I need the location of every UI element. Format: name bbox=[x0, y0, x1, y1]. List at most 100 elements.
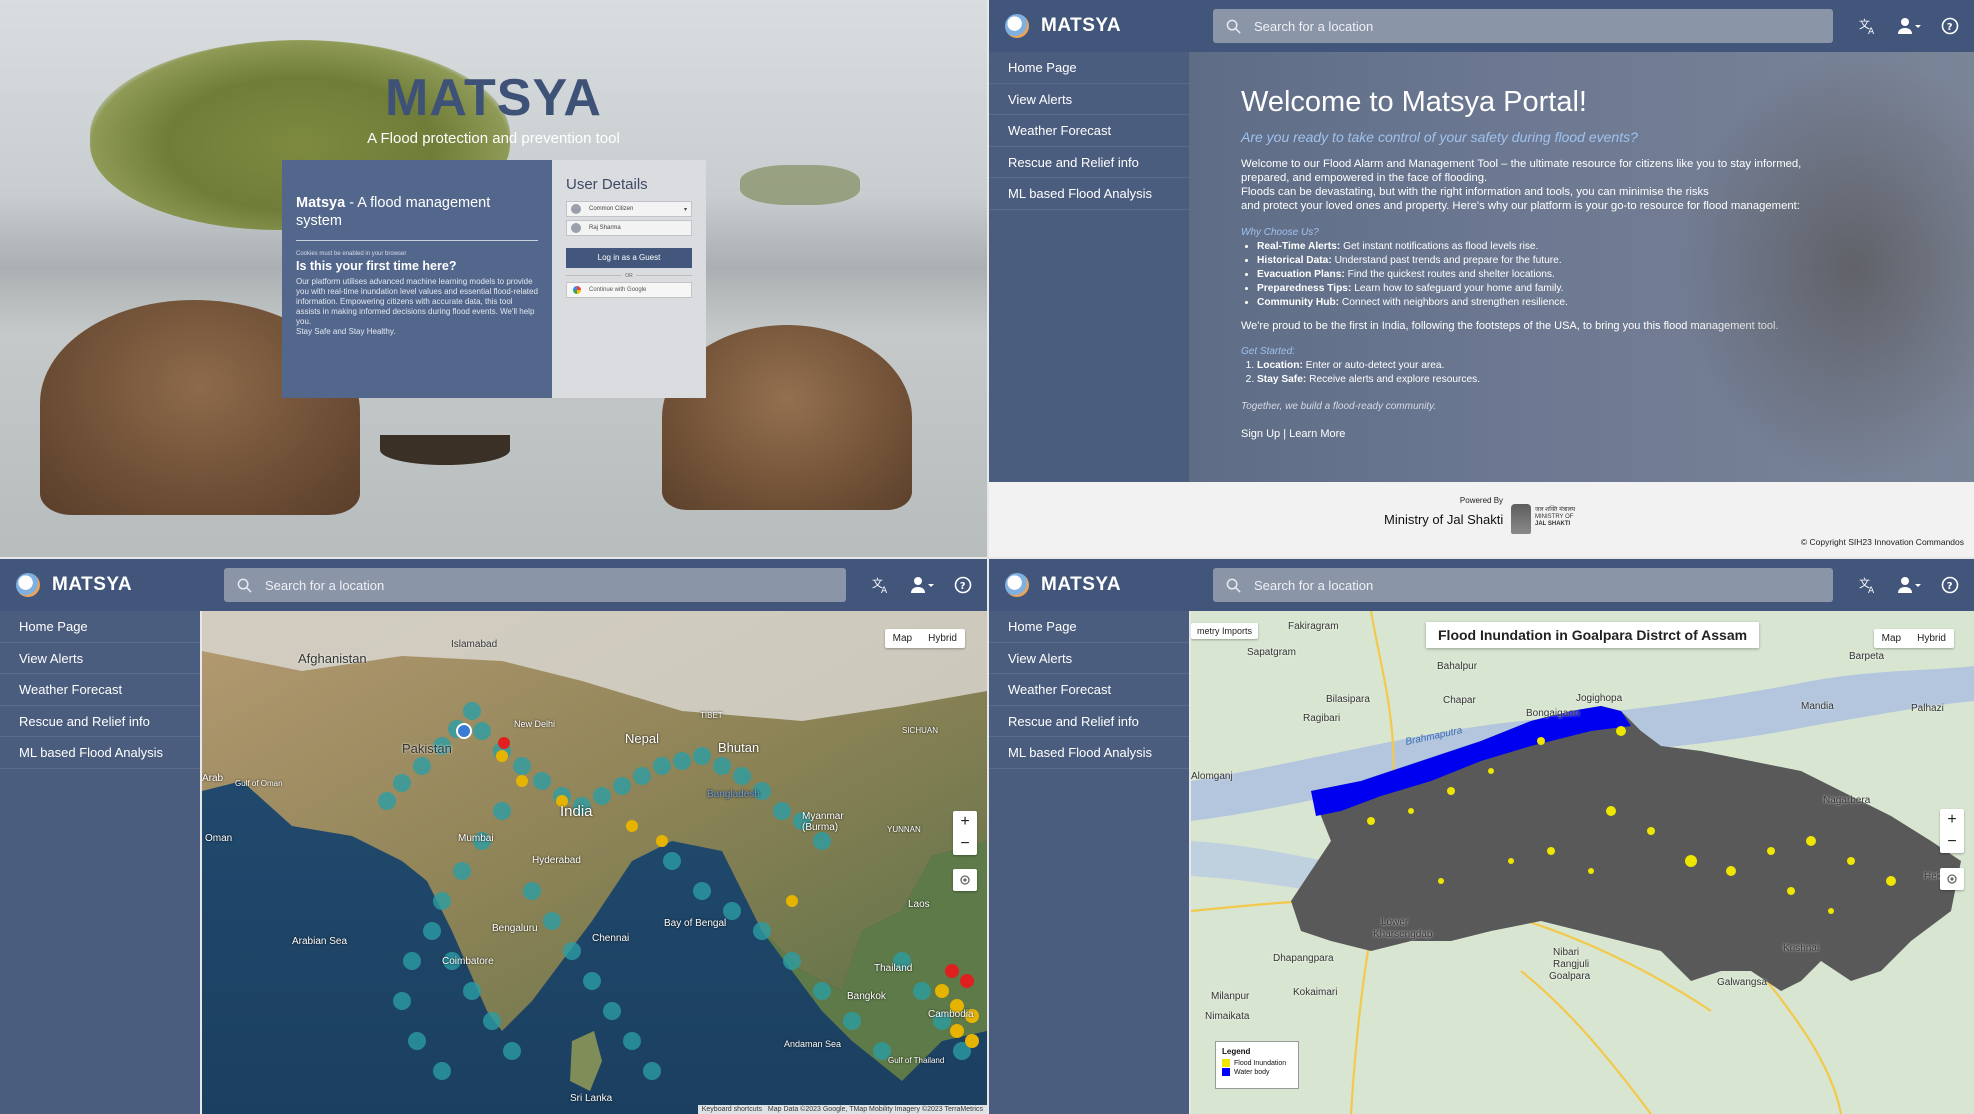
map-label-sichuan: SICHUAN bbox=[902, 726, 939, 735]
sidebar-item-alerts[interactable]: View Alerts bbox=[0, 643, 200, 674]
portal-screen: MATSYA 文A ? Home Page View Alerts Weathe… bbox=[989, 0, 1974, 557]
sidebar-item-home[interactable]: Home Page bbox=[0, 611, 200, 643]
sidebar-item-weather[interactable]: Weather Forecast bbox=[989, 674, 1189, 706]
map-type-map-button[interactable]: Map bbox=[1874, 629, 1909, 648]
sidebar-item-ml-analysis[interactable]: ML based Flood Analysis bbox=[989, 737, 1189, 769]
top-bar: MATSYA 文A ? bbox=[989, 0, 1974, 52]
map-label-new-delhi: New Delhi bbox=[514, 719, 556, 729]
map-label-hyderabad: Hyderabad bbox=[532, 855, 581, 866]
account-icon[interactable] bbox=[1897, 576, 1921, 594]
sidebar-item-home[interactable]: Home Page bbox=[989, 611, 1189, 643]
map-label-andaman-sea: Andaman Sea bbox=[784, 1039, 842, 1049]
map-type-map-button[interactable]: Map bbox=[885, 629, 920, 648]
guest-login-button[interactable]: Log in as a Guest bbox=[566, 248, 692, 268]
map-label-kokaimari: Kokaimari bbox=[1293, 987, 1338, 998]
portal-background-photo bbox=[1674, 52, 1974, 482]
powered-by-text: Powered By bbox=[1459, 496, 1504, 505]
sidebar-item-home[interactable]: Home Page bbox=[989, 52, 1189, 84]
translate-icon[interactable]: 文A bbox=[1859, 17, 1877, 35]
zoom-control[interactable]: + − bbox=[953, 811, 977, 855]
translate-icon[interactable]: 文A bbox=[872, 576, 890, 594]
sidebar-item-weather[interactable]: Weather Forecast bbox=[989, 115, 1189, 147]
brand-logo[interactable]: MATSYA bbox=[16, 573, 221, 597]
sidebar-item-rescue[interactable]: Rescue and Relief info bbox=[0, 706, 200, 737]
map-label-gulf-of-oman: Gulf of Oman bbox=[235, 779, 283, 788]
svg-text:A: A bbox=[1868, 27, 1875, 35]
map-label-india: India bbox=[560, 803, 593, 820]
copyright-text: © Copyright SIH23 Innovation Commandos bbox=[1800, 537, 1964, 547]
search-bar[interactable] bbox=[1213, 9, 1833, 43]
brand-logo[interactable]: MATSYA bbox=[1005, 14, 1210, 38]
sidebar-item-rescue[interactable]: Rescue and Relief info bbox=[989, 147, 1189, 178]
sidebar-item-ml-analysis[interactable]: ML based Flood Analysis bbox=[989, 178, 1189, 210]
map-label-thailand: Thailand bbox=[874, 963, 913, 974]
map-type-toggle[interactable]: Map Hybrid bbox=[884, 629, 965, 648]
sidebar-item-weather[interactable]: Weather Forecast bbox=[0, 674, 200, 706]
role-select[interactable]: Common Citizen ▾ bbox=[566, 201, 692, 217]
map-type-toggle[interactable]: Map Hybrid bbox=[1873, 629, 1954, 648]
map-label-jogighopa: Jogighopa bbox=[1576, 693, 1623, 704]
search-input[interactable] bbox=[1254, 18, 1814, 34]
inundation-map[interactable]: Flood Inundation in Goalpara Distrct of … bbox=[1191, 611, 1974, 1114]
map-label-mumbai: Mumbai bbox=[458, 833, 494, 844]
matsya-logo-icon bbox=[16, 573, 40, 597]
or-divider: OR bbox=[566, 273, 692, 279]
zoom-control[interactable]: + − bbox=[1940, 809, 1964, 853]
zoom-out-button[interactable]: − bbox=[953, 833, 977, 855]
intro-paragraph-3: and protect your loved ones and property… bbox=[1241, 200, 1800, 212]
map-label-bogribari: Ragibari bbox=[1303, 713, 1341, 724]
welcome-section: Welcome to Matsya Portal! Are you ready … bbox=[1189, 52, 1974, 482]
map-label-goalpara: Goalpara bbox=[1549, 971, 1591, 982]
inundation-map-screen: MATSYA 文A ? Home Page View Alerts Weathe… bbox=[989, 559, 1974, 1114]
map-label-chapar: Chapar bbox=[1443, 695, 1476, 706]
search-bar[interactable] bbox=[1213, 568, 1833, 602]
map-title: Flood Inundation in Goalpara Distrct of … bbox=[1426, 622, 1760, 648]
name-field[interactable]: Raj Sharma bbox=[566, 220, 692, 236]
sidebar-item-rescue[interactable]: Rescue and Relief info bbox=[989, 706, 1189, 737]
water-body-swatch bbox=[1222, 1068, 1230, 1076]
account-icon[interactable] bbox=[910, 576, 934, 594]
user-details-card: User Details Common Citizen ▾ Raj Sharma… bbox=[552, 160, 706, 398]
help-icon[interactable]: ? bbox=[954, 576, 972, 594]
map-label-tibet: TIBET bbox=[700, 711, 723, 720]
map-label-sapatgram: Sapatgram bbox=[1247, 647, 1296, 658]
user-icon bbox=[571, 223, 581, 233]
map-label-nibari: Nibari bbox=[1553, 947, 1580, 958]
help-icon[interactable]: ? bbox=[1941, 17, 1959, 35]
sidebar-item-alerts[interactable]: View Alerts bbox=[989, 643, 1189, 674]
svg-text:?: ? bbox=[1947, 581, 1953, 592]
google-login-button[interactable]: Continue with Google bbox=[566, 282, 692, 298]
map-label-afghanistan: Afghanistan bbox=[298, 651, 367, 666]
my-location-icon bbox=[1947, 874, 1957, 884]
help-icon[interactable]: ? bbox=[1941, 576, 1959, 594]
sidebar-item-ml-analysis[interactable]: ML based Flood Analysis bbox=[0, 737, 200, 769]
map-label-coimbatore: Coimbatore bbox=[442, 956, 494, 967]
map-label-bahalpur: Bahalpur bbox=[1437, 661, 1478, 672]
search-input[interactable] bbox=[1254, 577, 1814, 593]
map-type-hybrid-button[interactable]: Hybrid bbox=[920, 629, 965, 648]
search-bar[interactable] bbox=[224, 568, 846, 602]
matsya-logo-icon bbox=[1005, 573, 1029, 597]
zoom-out-button[interactable]: − bbox=[1940, 831, 1964, 853]
map-label-bongaigaon: Bongaigaon bbox=[1526, 708, 1580, 719]
alerts-map[interactable]: Afghanistan Islamabad Pakistan Nepal Bhu… bbox=[202, 611, 987, 1114]
locate-me-button[interactable] bbox=[953, 869, 977, 891]
brand-logo[interactable]: MATSYA bbox=[1005, 573, 1210, 597]
overlay-tab[interactable]: metry Imports bbox=[1191, 623, 1259, 639]
zoom-in-button[interactable]: + bbox=[953, 811, 977, 833]
signup-link[interactable]: Sign Up bbox=[1241, 428, 1280, 440]
legend-item: Water body bbox=[1222, 1068, 1292, 1076]
translate-icon[interactable]: 文A bbox=[1859, 576, 1877, 594]
map-label-bangkok: Bangkok bbox=[847, 991, 886, 1002]
map-label-nimaikata: Nimaikata bbox=[1205, 1011, 1250, 1022]
search-input[interactable] bbox=[265, 577, 825, 593]
zoom-in-button[interactable]: + bbox=[1940, 809, 1964, 831]
learn-more-link[interactable]: Learn More bbox=[1289, 428, 1345, 440]
inundation-map-graphic bbox=[1191, 611, 1974, 1114]
sidebar-item-alerts[interactable]: View Alerts bbox=[989, 84, 1189, 115]
sidebar: Home Page View Alerts Weather Forecast R… bbox=[989, 611, 1189, 1114]
map-type-hybrid-button[interactable]: Hybrid bbox=[1909, 629, 1954, 648]
account-icon[interactable] bbox=[1897, 17, 1921, 35]
locate-me-button[interactable] bbox=[1940, 868, 1964, 890]
intro-body: Our platform utilises advanced machine l… bbox=[296, 277, 538, 326]
